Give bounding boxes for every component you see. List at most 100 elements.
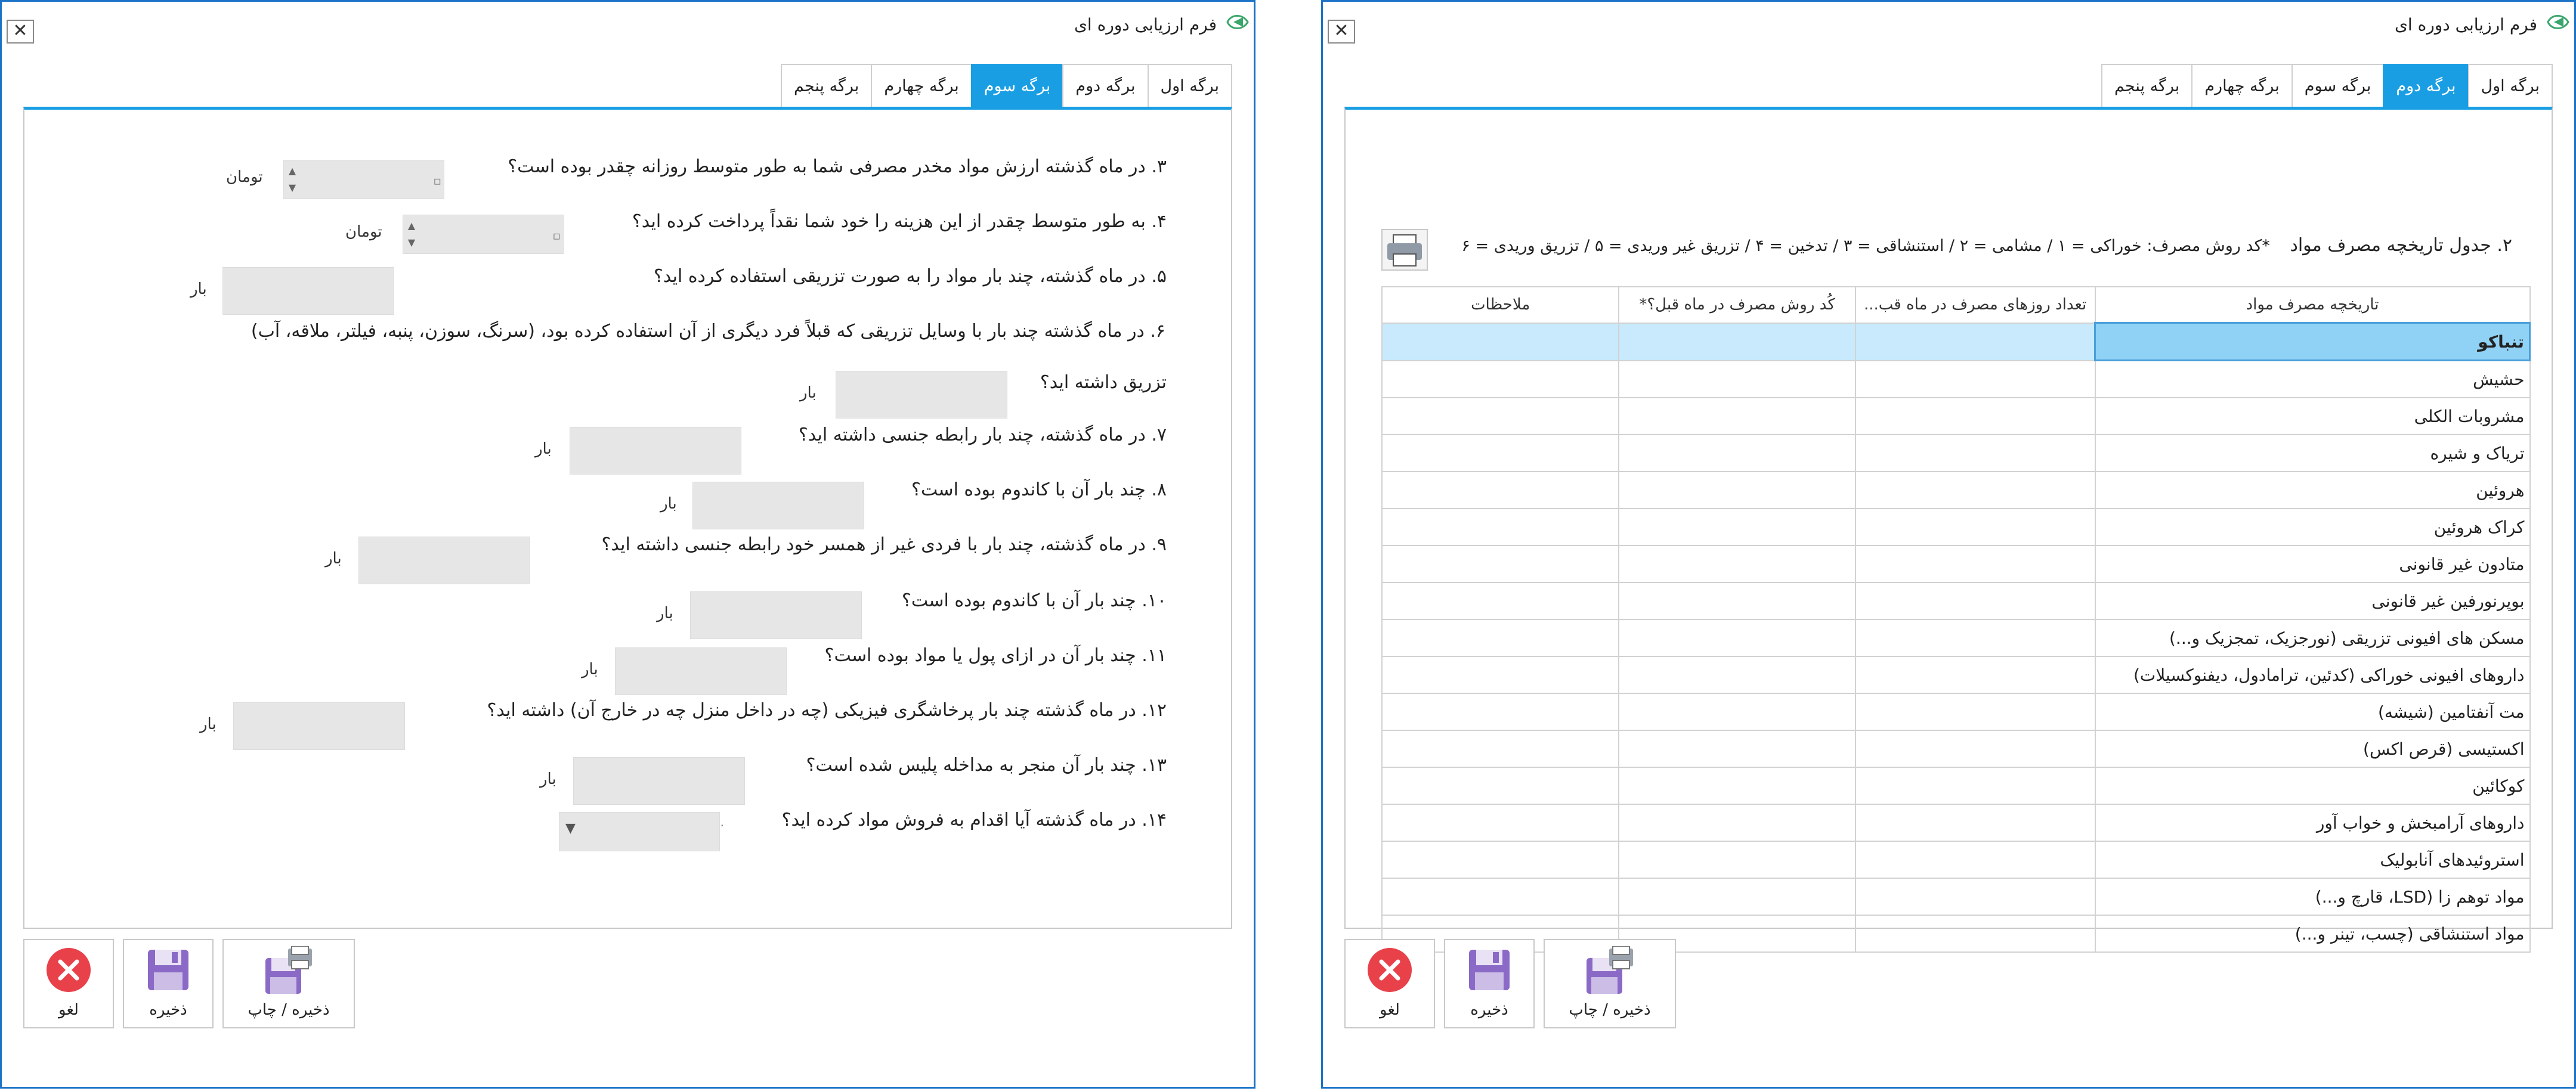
notes-cell[interactable] [1381,471,1620,509]
sexual-contact-count-input[interactable] [570,427,741,475]
notes-cell[interactable] [1381,545,1620,583]
notes-cell[interactable] [1381,804,1620,842]
notes-cell[interactable] [1381,767,1620,805]
substance-name-cell[interactable]: مواد توهم زا (LSD، قارچ و...) [2094,878,2531,916]
table-row[interactable]: داروهای افیونی خوراکی (کدئین، ترامادول، … [1381,656,2531,694]
table-row[interactable]: مسکن های افیونی تزریقی (نورجزیک، تمجزیک … [1381,619,2531,657]
notes-cell[interactable] [1381,508,1620,546]
notes-cell[interactable] [1381,397,1620,435]
notes-cell[interactable] [1381,582,1620,620]
cash-paid-input[interactable]: ▲ ▼ ▫ [403,215,564,254]
days-used-cell[interactable] [1854,545,2096,583]
route-code-cell[interactable] [1618,693,1856,731]
route-code-cell[interactable] [1618,322,1856,361]
shared-equipment-count-input[interactable] [836,371,1007,419]
substance-name-cell[interactable]: هروئین [2094,471,2531,509]
substance-name-cell[interactable]: متادون غیر قانونی [2094,545,2531,583]
substance-name-cell[interactable]: داروهای افیونی خوراکی (کدئین، ترامادول، … [2094,656,2531,694]
notes-cell[interactable] [1381,359,1620,398]
table-row[interactable]: بوپرنورفین غیر قانونی [1381,582,2531,620]
substance-name-cell[interactable]: کراک هروئین [2094,508,2531,546]
substance-name-cell[interactable]: کوکائین [2094,767,2531,805]
days-used-cell[interactable] [1854,878,2096,916]
aggression-count-input[interactable] [233,702,405,750]
route-code-cell[interactable] [1618,359,1856,398]
column-header-route-code[interactable]: کُد روش مصرف در ماه قبل؟* [1618,286,1856,324]
notes-cell[interactable] [1381,841,1620,879]
substance-name-cell[interactable]: داروهای آرامبخش و خواب آور [2094,804,2531,842]
table-row[interactable]: تنباکو [1381,322,2531,361]
table-row[interactable]: مشروبات الکلی [1381,397,2531,435]
tab-sheet-4[interactable]: برگه چهارم [871,64,972,108]
tab-sheet-3[interactable]: برگه سوم [2291,64,2385,108]
substance-name-cell[interactable]: مسکن های افیونی تزریقی (نورجزیک، تمجزیک … [2094,619,2531,657]
notes-cell[interactable] [1381,693,1620,731]
cost-daily-input[interactable]: ▲ ▼ ▫ [283,160,444,199]
cancel-button[interactable]: لغو [1344,939,1435,1028]
tab-sheet-4[interactable]: برگه چهارم [2191,64,2293,108]
chevron-down-icon[interactable]: ▼ [565,821,576,836]
days-used-cell[interactable] [1854,508,2096,546]
table-row[interactable]: کراک هروئین [1381,508,2531,546]
route-code-cell[interactable] [1618,730,1856,768]
tab-sheet-5[interactable]: برگه پنجم [780,64,873,108]
tab-sheet-2[interactable]: برگه دوم [1062,64,1149,108]
route-code-cell[interactable] [1618,545,1856,583]
column-header-days-used[interactable]: تعداد روزهای مصرف در ماه قب... [1854,286,2096,324]
tab-sheet-1[interactable]: برگه اول [2467,64,2553,108]
route-code-cell[interactable] [1618,767,1856,805]
route-code-cell[interactable] [1618,397,1856,435]
days-used-cell[interactable] [1854,767,2096,805]
substance-name-cell[interactable]: مواد استنشاقی (چسب، تینر و...) [2094,915,2531,953]
tab-sheet-1[interactable]: برگه اول [1147,64,1232,108]
days-used-cell[interactable] [1854,619,2096,657]
table-row[interactable]: هروئین [1381,471,2531,509]
days-used-cell[interactable] [1854,397,2096,435]
table-row[interactable]: متادون غیر قانونی [1381,545,2531,583]
tab-sheet-2[interactable]: برگه دوم [2383,64,2469,108]
days-used-cell[interactable] [1854,730,2096,768]
route-code-cell[interactable] [1618,878,1856,916]
drug-selling-dropdown[interactable]: ▼ · [559,812,724,851]
substance-name-cell[interactable]: تریاک و شیره [2094,434,2531,472]
days-used-cell[interactable] [1854,359,2096,398]
spinner-arrows-icon[interactable]: ▲ ▼ [286,163,298,196]
close-button[interactable]: ✕ [1328,20,1355,44]
table-row[interactable]: کوکائین [1381,767,2531,805]
route-code-cell[interactable] [1618,434,1856,472]
substance-name-cell[interactable]: حشیش [2094,359,2531,398]
substance-name-cell[interactable]: مشروبات الکلی [2094,397,2531,435]
days-used-cell[interactable] [1854,693,2096,731]
save-print-button[interactable]: ذخیره / چاپ [222,939,355,1028]
route-code-cell[interactable] [1618,471,1856,509]
route-code-cell[interactable] [1618,582,1856,620]
notes-cell[interactable] [1381,878,1620,916]
substance-name-cell[interactable]: بوپرنورفین غیر قانونی [2094,582,2531,620]
tab-sheet-5[interactable]: برگه پنجم [2101,64,2193,108]
substance-name-cell[interactable]: تنباکو [2094,322,2531,361]
days-used-cell[interactable] [1854,434,2096,472]
route-code-cell[interactable] [1618,619,1856,657]
route-code-cell[interactable] [1618,656,1856,694]
days-used-cell[interactable] [1854,322,2096,361]
table-row[interactable]: داروهای آرامبخش و خواب آور [1381,804,2531,842]
table-row[interactable]: استروئیدهای آنابولیک [1381,841,2531,879]
days-used-cell[interactable] [1854,915,2096,953]
route-code-cell[interactable] [1618,804,1856,842]
table-row[interactable]: اکستیسی (قرص اکس) [1381,730,2531,768]
days-used-cell[interactable] [1854,804,2096,842]
extramarital-count-input[interactable] [358,537,530,584]
notes-cell[interactable] [1381,619,1620,657]
condom-use-count-2-input[interactable] [690,591,862,639]
paid-sex-count-input[interactable] [615,647,787,695]
condom-use-count-input[interactable] [692,482,864,529]
save-button[interactable]: ذخیره [1444,939,1535,1028]
notes-cell[interactable] [1381,656,1620,694]
route-code-cell[interactable] [1618,508,1856,546]
substance-name-cell[interactable]: مت آنفتامین (شیشه) [2094,693,2531,731]
table-row[interactable]: تریاک و شیره [1381,434,2531,472]
column-header-substance[interactable]: تاریخچه مصرف مواد [2094,286,2531,324]
days-used-cell[interactable] [1854,582,2096,620]
table-row[interactable]: مواد توهم زا (LSD، قارچ و...) [1381,878,2531,916]
close-button[interactable]: ✕ [7,20,34,44]
